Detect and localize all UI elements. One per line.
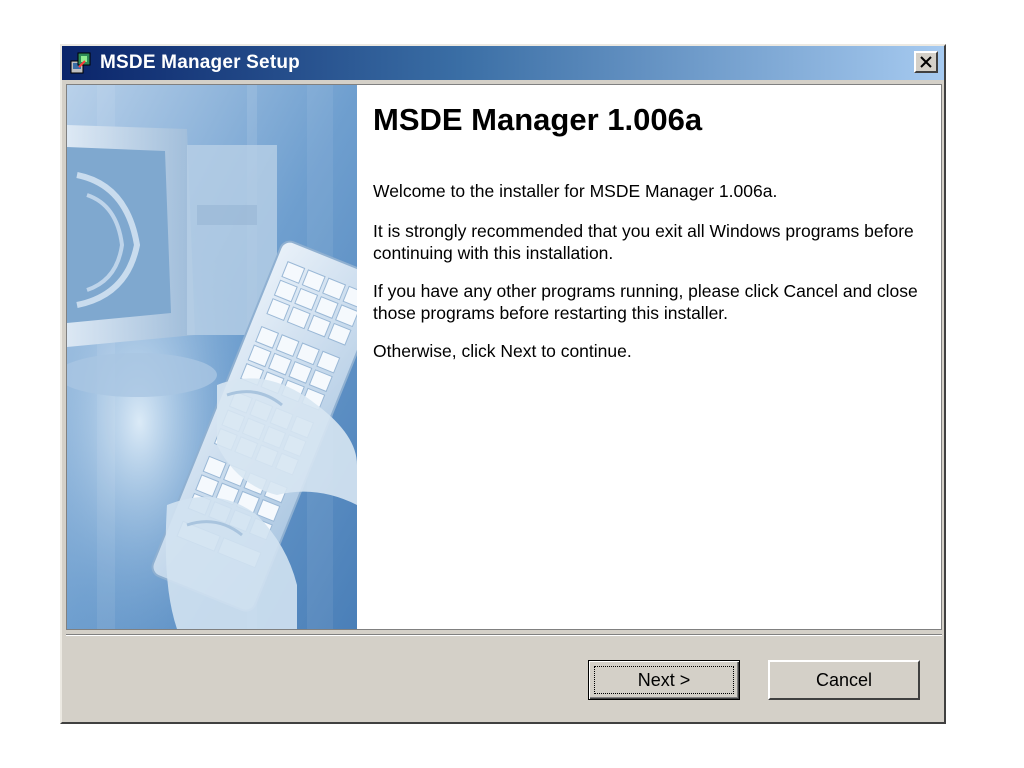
exit-programs-paragraph: It is strongly recommended that you exit… — [373, 221, 914, 263]
window-title: MSDE Manager Setup — [100, 52, 300, 73]
welcome-text-area: MSDE Manager 1.006a Welcome to the insta… — [373, 85, 933, 362]
setup-window: MSDE Manager Setup MSDE Manager 1.006a W… — [60, 44, 946, 724]
close-x-icon — [920, 56, 932, 68]
product-heading: MSDE Manager 1.006a — [373, 102, 703, 137]
installer-icon — [68, 50, 94, 76]
footer-separator — [66, 634, 942, 636]
welcome-paragraph: Welcome to the installer for MSDE Manage… — [373, 181, 778, 201]
cancel-button[interactable]: Cancel — [768, 660, 920, 700]
cancel-instructions-paragraph: If you have any other programs running, … — [373, 281, 918, 323]
side-banner-image — [67, 85, 357, 629]
content-panel: MSDE Manager 1.006a Welcome to the insta… — [66, 84, 942, 630]
focus-rectangle — [594, 666, 734, 694]
title-bar[interactable]: MSDE Manager Setup — [62, 46, 944, 80]
cancel-button-label: Cancel — [815, 669, 873, 690]
next-button[interactable]: Next > — [588, 660, 740, 700]
continue-instructions-paragraph: Otherwise, click Next to continue. — [373, 341, 632, 361]
close-button[interactable] — [914, 51, 938, 73]
